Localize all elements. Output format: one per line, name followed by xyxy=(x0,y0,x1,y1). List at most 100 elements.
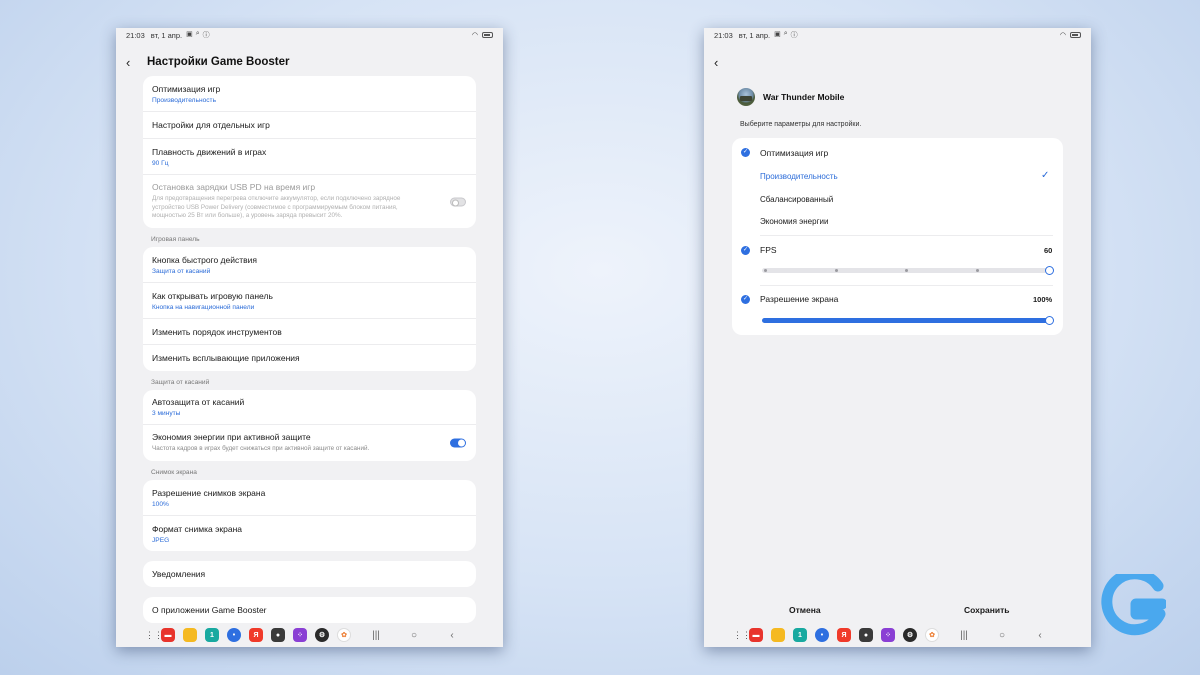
game-launcher-icon[interactable]: ⁘ xyxy=(881,628,895,642)
back-nav-icon[interactable]: ‹ xyxy=(1035,630,1045,641)
optimization-checkbox[interactable]: ✓ xyxy=(741,148,750,157)
resolution-checkbox[interactable]: ✓ xyxy=(741,295,750,304)
fps-value: 60 xyxy=(1044,246,1053,255)
folder-icon[interactable] xyxy=(771,628,785,642)
option-performance[interactable]: Производительность xyxy=(760,172,838,181)
screenshot-card: Разрешение снимков экрана 100% Формат сн… xyxy=(143,480,476,551)
row-title: Формат снимка экрана xyxy=(152,523,243,534)
settings-screen: 21:03 вт, 1 апр. ▣ ⌕ ⓘ ◠ ‹ Настройки Gam… xyxy=(116,28,503,647)
home-icon[interactable]: ○ xyxy=(409,630,419,641)
section-label-game-panel: Игровая панель xyxy=(151,236,200,243)
notes-icon[interactable]: ▬ xyxy=(749,628,763,642)
list-item-popup-apps[interactable]: Изменить всплывающие приложения xyxy=(143,345,476,371)
recents-icon[interactable]: ||| xyxy=(371,630,381,641)
yandex-icon[interactable]: Я xyxy=(837,628,851,642)
back-nav-icon[interactable]: ‹ xyxy=(447,630,457,641)
list-item-game-optimization[interactable]: Оптимизация игр Производительность xyxy=(143,76,476,112)
messages-icon[interactable]: • xyxy=(227,628,241,642)
clock-icon[interactable]: 1 xyxy=(205,628,219,642)
row-title: Остановка зарядки USB PD на время игр xyxy=(152,182,316,193)
battery-icon xyxy=(1070,32,1081,38)
search-icon: ⌕ xyxy=(783,30,788,37)
game-options-card: ✓ Оптимизация игр Производительность ✓ С… xyxy=(732,138,1063,335)
settings-icon[interactable]: ⚙ xyxy=(315,628,329,642)
screenshot-icon: ▣ xyxy=(186,31,193,38)
list-item-about[interactable]: О приложении Game Booster xyxy=(143,597,476,623)
game-launcher-icon[interactable]: ⁘ xyxy=(293,628,307,642)
list-item-reorder-tools[interactable]: Изменить порядок инструментов xyxy=(143,319,476,345)
row-value: Производительность xyxy=(152,96,216,104)
row-value: Защита от касаний xyxy=(152,267,211,275)
photos-icon[interactable]: ✿ xyxy=(337,628,351,642)
list-item-screenshot-format[interactable]: Формат снимка экрана JPEG xyxy=(143,516,476,551)
row-value: Кнопка на навигационной панели xyxy=(152,303,255,311)
row-value: JPEG xyxy=(152,536,170,544)
camera-icon[interactable]: ● xyxy=(271,628,285,642)
notifications-card: Уведомления xyxy=(143,561,476,587)
cancel-button[interactable]: Отмена xyxy=(789,605,821,615)
option-balanced[interactable]: Сбалансированный xyxy=(760,195,833,204)
about-card: О приложении Game Booster xyxy=(143,597,476,623)
notes-icon[interactable]: ▬ xyxy=(161,628,175,642)
app-drawer-icon[interactable]: ⋮⋮ xyxy=(145,630,163,641)
list-item-usb-pd-pause: Остановка зарядки USB PD на время игр Дл… xyxy=(143,175,476,228)
app-drawer-icon[interactable]: ⋮⋮ xyxy=(733,630,751,641)
section-label-screenshot: Снимок экрана xyxy=(151,469,197,476)
list-item-per-game-settings[interactable]: Настройки для отдельных игр xyxy=(143,112,476,139)
row-description: Для предотвращения перегрева отключите а… xyxy=(152,195,401,220)
list-item-open-game-panel[interactable]: Как открывать игровую панель Кнопка на н… xyxy=(143,283,476,319)
wifi-icon: ◠ xyxy=(1059,32,1066,39)
list-item-screenshot-resolution[interactable]: Разрешение снимков экрана 100% xyxy=(143,480,476,516)
folder-icon[interactable] xyxy=(183,628,197,642)
camera-icon[interactable]: ● xyxy=(859,628,873,642)
info-icon: ⓘ xyxy=(202,32,210,39)
taskbar: ⋮⋮ ▬ 1 • Я ● ⁘ ⚙ ✿ ||| ○ ‹ xyxy=(116,623,503,647)
row-title: Экономия энергии при активной защите xyxy=(152,432,311,443)
status-date: вт, 1 апр. xyxy=(738,30,771,40)
info-icon: ⓘ xyxy=(790,32,798,39)
save-button[interactable]: Сохранить xyxy=(964,605,1010,615)
status-bar: 21:03 вт, 1 апр. ▣ ⌕ ⓘ ◠ xyxy=(704,28,1091,42)
list-item-notifications[interactable]: Уведомления xyxy=(143,561,476,587)
resolution-slider-thumb[interactable] xyxy=(1045,316,1054,325)
game-avatar xyxy=(737,88,755,106)
power-saving-toggle[interactable] xyxy=(450,438,466,448)
yandex-icon[interactable]: Я xyxy=(249,628,263,642)
row-title: Кнопка быстрого действия xyxy=(152,254,257,265)
fps-label: FPS xyxy=(760,245,777,255)
list-item-auto-touch-protection[interactable]: Автозащита от касаний 3 минуты xyxy=(143,390,476,425)
row-title: Автозащита от касаний xyxy=(152,397,245,407)
back-icon[interactable]: ‹ xyxy=(126,56,138,69)
status-time: 21:03 xyxy=(714,30,733,40)
battery-icon xyxy=(482,32,493,38)
status-bar: 21:03 вт, 1 апр. ▣ ⌕ ⓘ ◠ xyxy=(116,28,503,42)
home-icon[interactable]: ○ xyxy=(997,630,1007,641)
section-label-touch-protection: Защита от касаний xyxy=(151,379,210,386)
option-power-saving[interactable]: Экономия энергии xyxy=(760,217,828,226)
row-title: Изменить порядок инструментов xyxy=(152,326,282,337)
status-date: вт, 1 апр. xyxy=(150,30,183,40)
page-header: ‹ Настройки Game Booster xyxy=(126,52,289,72)
list-item-power-saving-protection[interactable]: Экономия энергии при активной защите Час… xyxy=(143,425,476,461)
touch-protection-card: Автозащита от касаний 3 минуты Экономия … xyxy=(143,390,476,461)
recents-icon[interactable]: ||| xyxy=(959,630,969,641)
resolution-label: Разрешение экрана xyxy=(760,294,839,304)
row-value: 100% xyxy=(152,500,169,508)
messages-icon[interactable]: • xyxy=(815,628,829,642)
resolution-value: 100% xyxy=(1033,295,1053,304)
list-item-motion-smoothness[interactable]: Плавность движений в играх 90 Гц xyxy=(143,139,476,175)
row-title: Оптимизация игр xyxy=(152,83,221,94)
optimization-title: Оптимизация игр xyxy=(760,148,829,158)
page-title: Настройки Game Booster xyxy=(147,56,290,68)
usb-pd-toggle xyxy=(450,197,466,206)
list-item-quick-action-button[interactable]: Кнопка быстрого действия Защита от касан… xyxy=(143,247,476,283)
back-icon[interactable]: ‹ xyxy=(714,56,726,69)
photos-icon[interactable]: ✿ xyxy=(925,628,939,642)
fps-checkbox[interactable]: ✓ xyxy=(741,246,750,255)
row-value: 3 минуты xyxy=(152,410,181,417)
row-title: Уведомления xyxy=(152,569,206,579)
settings-icon[interactable]: ⚙ xyxy=(903,628,917,642)
clock-icon[interactable]: 1 xyxy=(793,628,807,642)
fps-slider-thumb[interactable] xyxy=(1045,266,1054,275)
game-settings-card: Оптимизация игр Производительность Настр… xyxy=(143,76,476,228)
